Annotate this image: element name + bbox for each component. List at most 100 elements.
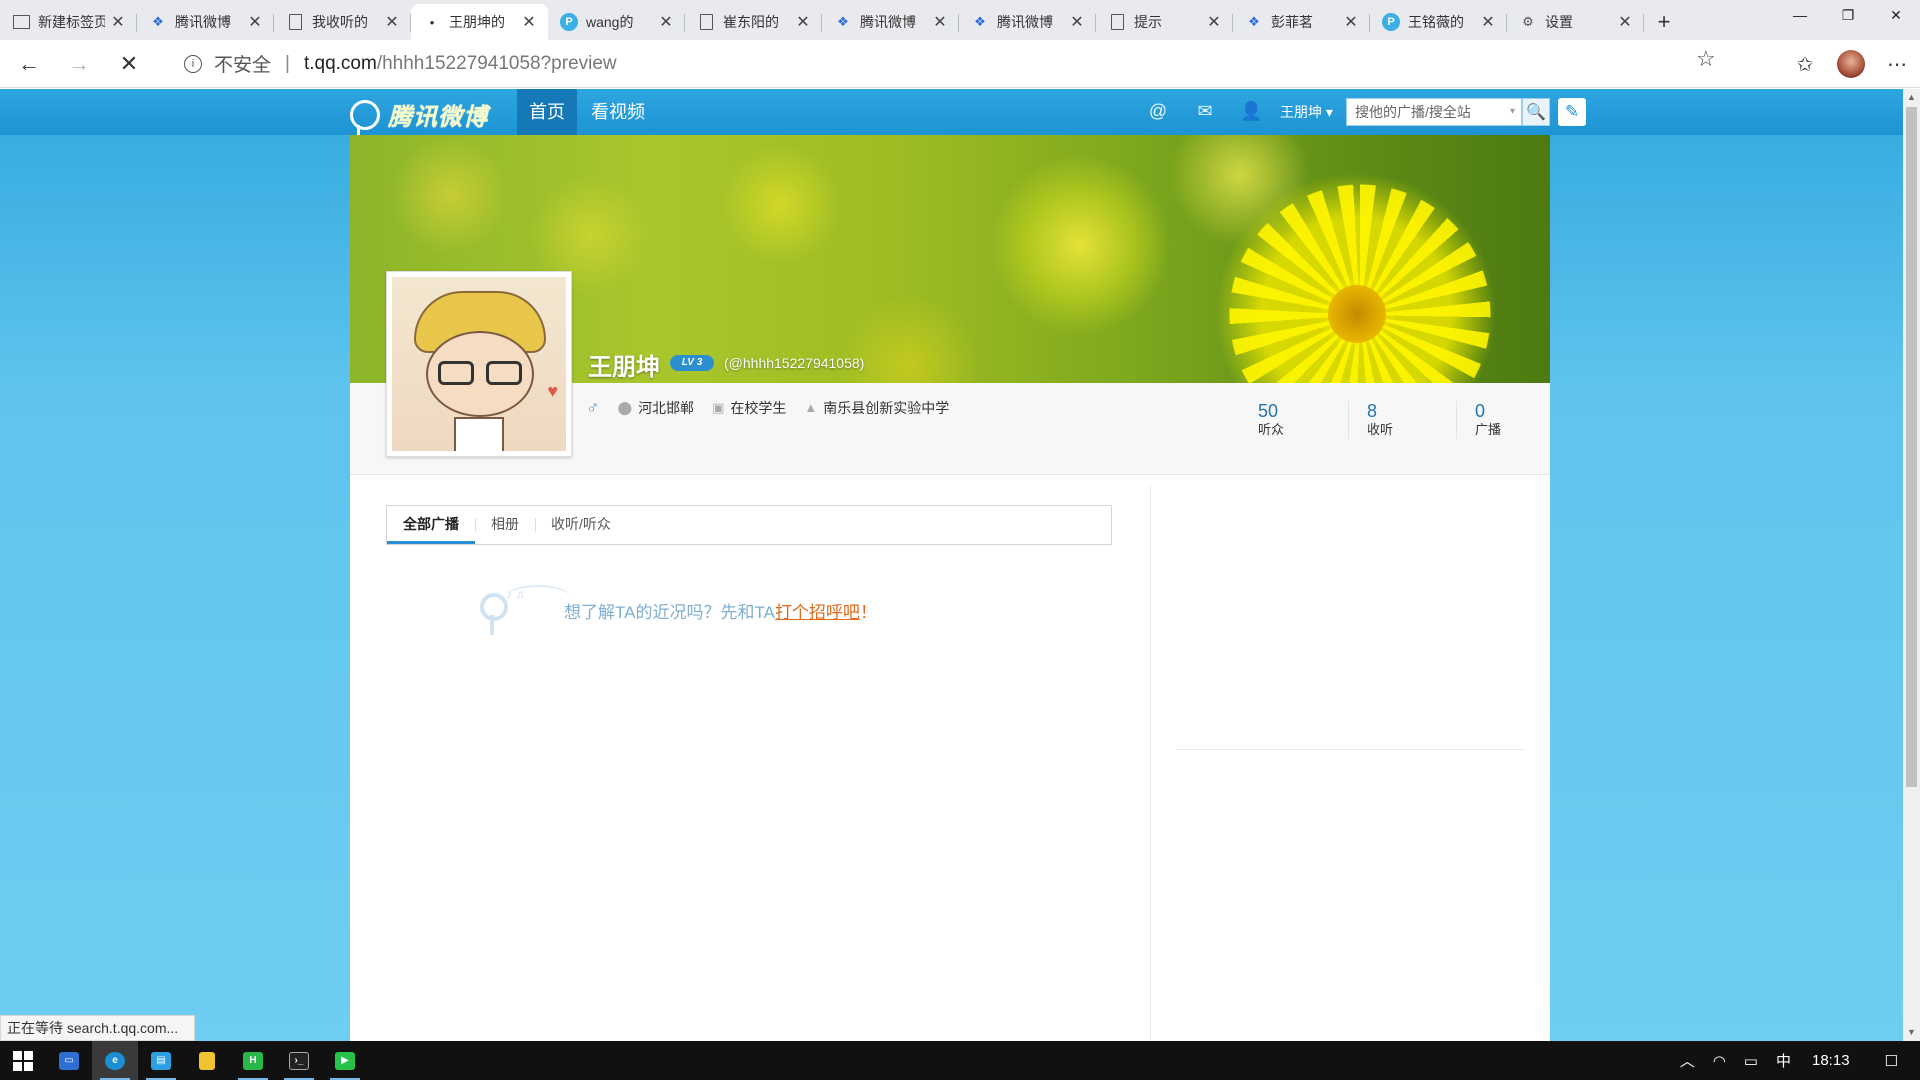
empty-state: ♪ ♫ 想了解TA的近况吗？先和TA 打个招呼吧 ！ xyxy=(480,585,877,635)
profile-avatar[interactable]: ♥ xyxy=(386,271,572,457)
taskbar-app-terminal[interactable]: ›_ xyxy=(276,1041,322,1080)
info-icon[interactable]: i xyxy=(184,54,202,73)
browser-tab-active[interactable]: • 王朋坤的 ✕ xyxy=(411,4,548,40)
tab-following-followers[interactable]: 收听/听众 xyxy=(535,506,627,544)
tab-title: 王朋坤的 xyxy=(449,14,505,30)
avatar xyxy=(1837,50,1865,78)
scroll-up-icon[interactable]: ▲ xyxy=(1903,89,1920,106)
hbuilder-icon: H xyxy=(243,1051,263,1070)
stat-value: 8 xyxy=(1367,401,1378,421)
tab-close-icon[interactable]: ✕ xyxy=(657,12,675,32)
user-menu[interactable]: 王朋坤 ▾ xyxy=(1280,89,1333,135)
nav-video[interactable]: 看视频 xyxy=(579,89,657,135)
browser-tab[interactable]: ❖ 腾讯微博 ✕ xyxy=(959,4,1096,40)
tab-close-icon[interactable]: ✕ xyxy=(1205,12,1223,32)
tab-close-icon[interactable]: ✕ xyxy=(931,12,949,32)
page-scrollbar[interactable]: ▲ ▼ xyxy=(1903,89,1920,1041)
start-button[interactable] xyxy=(0,1041,46,1080)
paw-icon: ❖ xyxy=(974,14,986,29)
stat-listeners[interactable]: 50 听众 xyxy=(1240,401,1348,439)
browser-tab[interactable]: ❖ 腾讯微博 ✕ xyxy=(822,4,959,40)
taskbar-app-media[interactable]: ▶ xyxy=(322,1041,368,1080)
tab-all-broadcasts[interactable]: 全部广播 xyxy=(387,506,475,544)
scroll-down-icon[interactable]: ▼ xyxy=(1903,1024,1920,1041)
restore-button[interactable]: ❐ xyxy=(1824,0,1872,30)
tab-close-icon[interactable]: ✕ xyxy=(1616,12,1634,32)
search-input[interactable]: 搜他的广播/搜全站 ▾ xyxy=(1346,98,1522,126)
battery-icon[interactable]: ▭ xyxy=(1735,1052,1767,1070)
security-label[interactable]: 不安全 xyxy=(214,50,271,77)
qq-weibo-icon: P xyxy=(1382,13,1400,31)
browser-tab[interactable]: ❖ 腾讯微博 ✕ xyxy=(137,4,274,40)
scrollbar-thumb[interactable] xyxy=(1906,107,1917,787)
search-scope-dropdown-icon[interactable]: ▾ xyxy=(1510,99,1515,125)
taskbar-app-explorer[interactable] xyxy=(184,1041,230,1080)
paw-icon: ❖ xyxy=(152,14,164,29)
weibo-watermark-icon: ♪ ♫ xyxy=(480,585,570,635)
favorites-icon[interactable]: ✩ xyxy=(1782,46,1828,82)
browser-tab[interactable]: 我收听的 ✕ xyxy=(274,4,411,40)
stat-label: 听众 xyxy=(1258,422,1285,437)
tab-close-icon[interactable]: ✕ xyxy=(383,12,401,32)
location-item: ⬤ 河北邯郸 xyxy=(618,398,695,418)
level-badge[interactable]: LV 3 xyxy=(670,355,714,371)
wifi-icon[interactable]: ◠ xyxy=(1704,1052,1735,1070)
more-menu-icon[interactable]: ⋯ xyxy=(1874,46,1920,82)
stat-broadcasts[interactable]: 0 广播 xyxy=(1456,401,1564,439)
tab-close-icon[interactable]: ✕ xyxy=(246,12,264,32)
tab-close-icon[interactable]: ✕ xyxy=(1068,12,1086,32)
mail-icon[interactable]: ✉ xyxy=(1194,101,1216,123)
stop-loading-button[interactable]: ✕ xyxy=(108,46,150,82)
sidebar-divider xyxy=(1176,749,1526,750)
clock[interactable]: 18:13 xyxy=(1800,1052,1876,1069)
news-icon xyxy=(12,13,30,31)
forward-button[interactable]: → xyxy=(58,46,100,82)
ime-indicator[interactable]: 中 xyxy=(1767,1050,1800,1071)
tab-close-icon[interactable]: ✕ xyxy=(1479,12,1497,32)
weibo-logo[interactable]: 腾讯微博 xyxy=(350,97,488,135)
close-window-button[interactable]: ✕ xyxy=(1872,0,1920,30)
browser-tab[interactable]: P 王铭薇的 ✕ xyxy=(1370,4,1507,40)
taskbar-app-store[interactable]: ▤ xyxy=(138,1041,184,1080)
new-tab-button[interactable]: + xyxy=(1644,4,1684,40)
address-bar[interactable]: i 不安全 | t.qq.com /hhhh15227941058?previe… xyxy=(170,45,1720,82)
notification-center-icon[interactable]: ☐ xyxy=(1876,1052,1920,1070)
at-mention-icon[interactable]: @ xyxy=(1147,101,1169,123)
tab-close-icon[interactable]: ✕ xyxy=(520,12,538,32)
user-icon[interactable]: 👤 xyxy=(1240,101,1262,123)
stat-following[interactable]: 8 收听 xyxy=(1348,401,1456,439)
store-icon: ▤ xyxy=(151,1051,171,1070)
profile-avatar-button[interactable] xyxy=(1828,46,1874,82)
browser-tab[interactable]: 崔东阳的 ✕ xyxy=(685,4,822,40)
page-icon xyxy=(697,13,715,31)
browser-tab[interactable]: 提示 ✕ xyxy=(1096,4,1233,40)
tray-expand-icon[interactable]: ︿ xyxy=(1671,1050,1704,1071)
browser-tab[interactable]: ❖ 彭菲茗 ✕ xyxy=(1233,4,1370,40)
tab-title: 崔东阳的 xyxy=(723,14,779,30)
tab-title: wang的 xyxy=(586,14,634,30)
compose-button[interactable]: ✎ xyxy=(1558,98,1586,126)
nav-home[interactable]: 首页 xyxy=(517,89,577,135)
tab-close-icon[interactable]: ✕ xyxy=(1342,12,1360,32)
back-button[interactable]: ← xyxy=(8,46,50,82)
terminal-icon: ›_ xyxy=(289,1051,309,1070)
taskbar-app-hbuilder[interactable]: H xyxy=(230,1041,276,1080)
search-icon: 🔍 xyxy=(1526,104,1546,121)
browser-tab[interactable]: 新建标签页 ✕ xyxy=(0,4,137,40)
taskbar-app-edge[interactable]: e xyxy=(92,1041,138,1080)
tv-app-icon: ▭ xyxy=(59,1051,79,1070)
tab-title: 新建标签页 xyxy=(38,14,105,30)
tab-close-icon[interactable]: ✕ xyxy=(109,12,127,32)
tab-album[interactable]: 相册 xyxy=(475,506,535,544)
browser-tab[interactable]: P wang的 ✕ xyxy=(548,4,685,40)
stat-value: 0 xyxy=(1475,401,1486,421)
search-button[interactable]: 🔍 xyxy=(1522,98,1550,126)
say-hello-link[interactable]: 打个招呼吧 xyxy=(775,598,860,623)
minimize-button[interactable]: — xyxy=(1776,0,1824,30)
tab-title: 腾讯微博 xyxy=(860,14,916,30)
tab-close-icon[interactable]: ✕ xyxy=(794,12,812,32)
taskbar-app-tv[interactable]: ▭ xyxy=(46,1041,92,1080)
favorite-star-icon[interactable]: ☆ xyxy=(1696,46,1716,72)
browser-tab[interactable]: ⚙ 设置 ✕ xyxy=(1507,4,1644,40)
tab-title: 腾讯微博 xyxy=(997,14,1053,30)
